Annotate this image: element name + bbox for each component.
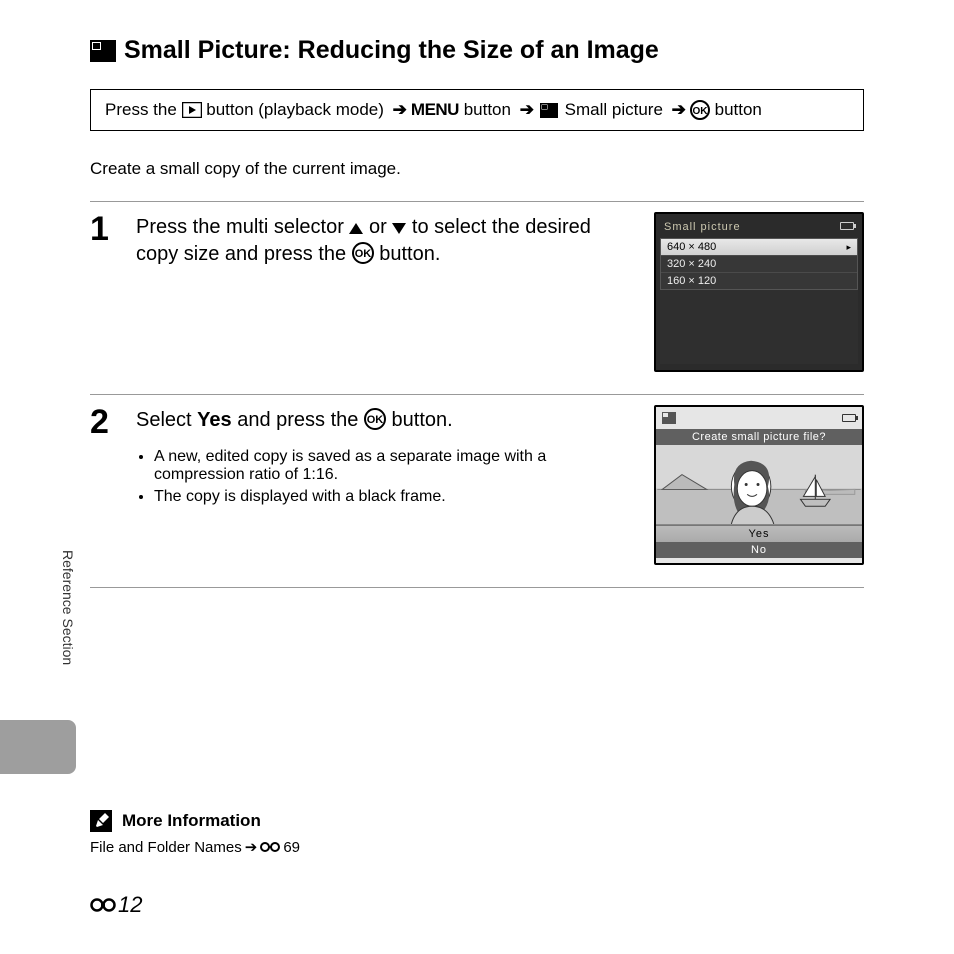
small-picture-icon: [90, 40, 116, 62]
more-information-block: More Information File and Folder Names ➔…: [90, 810, 300, 856]
step-1-text: Press the multi selector or to select th…: [136, 214, 634, 268]
yes-option: Yes: [656, 525, 862, 542]
battery-icon: [842, 414, 856, 422]
section-marker: Reference Section: [60, 550, 76, 665]
arrow-icon: ➔: [245, 838, 258, 856]
step-2: 2 Select Yes and press the OK button. A …: [90, 394, 864, 587]
svg-text:OK: OK: [354, 248, 371, 260]
menu-label: MENU: [411, 100, 459, 120]
cross-reference-icon: [90, 897, 116, 913]
bullet-item: A new, edited copy is saved as a separat…: [154, 448, 634, 484]
step-number: 2: [90, 405, 118, 439]
small-picture-icon: [662, 412, 676, 424]
up-arrow-icon: [349, 223, 363, 234]
confirmation-text: Create small picture file?: [656, 429, 862, 445]
more-info-title: More Information: [122, 811, 261, 831]
nav-text: Press the: [105, 100, 182, 120]
list-item: 640 × 480▸: [661, 239, 857, 256]
more-info-text: File and Folder Names ➔ 69: [90, 838, 300, 856]
heading-text: Small Picture: Reducing the Size of an I…: [124, 36, 659, 65]
svg-text:OK: OK: [692, 106, 708, 117]
nav-text: button: [710, 100, 762, 120]
arrow-icon: ➔: [668, 100, 690, 120]
page-heading: Small Picture: Reducing the Size of an I…: [90, 36, 864, 65]
down-arrow-icon: [392, 223, 406, 234]
nav-text: button: [459, 100, 516, 120]
note-icon: [90, 810, 112, 832]
step-number: 1: [90, 212, 118, 246]
step-2-screenshot: Create small picture file?: [654, 405, 864, 565]
side-tab: [0, 720, 76, 774]
nav-text: Small picture: [560, 100, 668, 120]
cross-reference-icon: [260, 841, 280, 853]
step-1: 1 Press the multi selector or to select …: [90, 201, 864, 394]
no-option: No: [656, 542, 862, 558]
ok-button-icon: OK: [352, 242, 374, 264]
bullet-item: The copy is displayed with a black frame…: [154, 488, 634, 506]
size-list: 640 × 480▸ 320 × 240 160 × 120: [660, 238, 858, 290]
small-picture-icon: [540, 103, 558, 118]
steps-container: 1 Press the multi selector or to select …: [90, 201, 864, 588]
list-item: 160 × 120: [661, 273, 857, 289]
page-number: 12: [90, 892, 142, 918]
intro-text: Create a small copy of the current image…: [90, 159, 864, 179]
step-2-bullets: A new, edited copy is saved as a separat…: [136, 448, 634, 506]
ok-button-icon: OK: [364, 408, 386, 430]
step-2-text: Select Yes and press the OK button.: [136, 407, 634, 434]
playback-icon: [182, 102, 202, 118]
lcd-title: Small picture: [664, 221, 741, 233]
illustration: [656, 445, 862, 525]
ok-button-icon: OK: [690, 100, 710, 120]
list-item: 320 × 240: [661, 256, 857, 273]
arrow-icon: ➔: [389, 100, 411, 120]
arrow-icon: ➔: [516, 100, 538, 120]
nav-text: button (playback mode): [202, 100, 389, 120]
step-1-screenshot: Small picture 640 × 480▸ 320 × 240 160 ×…: [654, 212, 864, 372]
navigation-path-box: Press the button (playback mode) ➔ MENU …: [90, 89, 864, 131]
svg-text:OK: OK: [367, 414, 384, 426]
battery-icon: [840, 222, 854, 230]
